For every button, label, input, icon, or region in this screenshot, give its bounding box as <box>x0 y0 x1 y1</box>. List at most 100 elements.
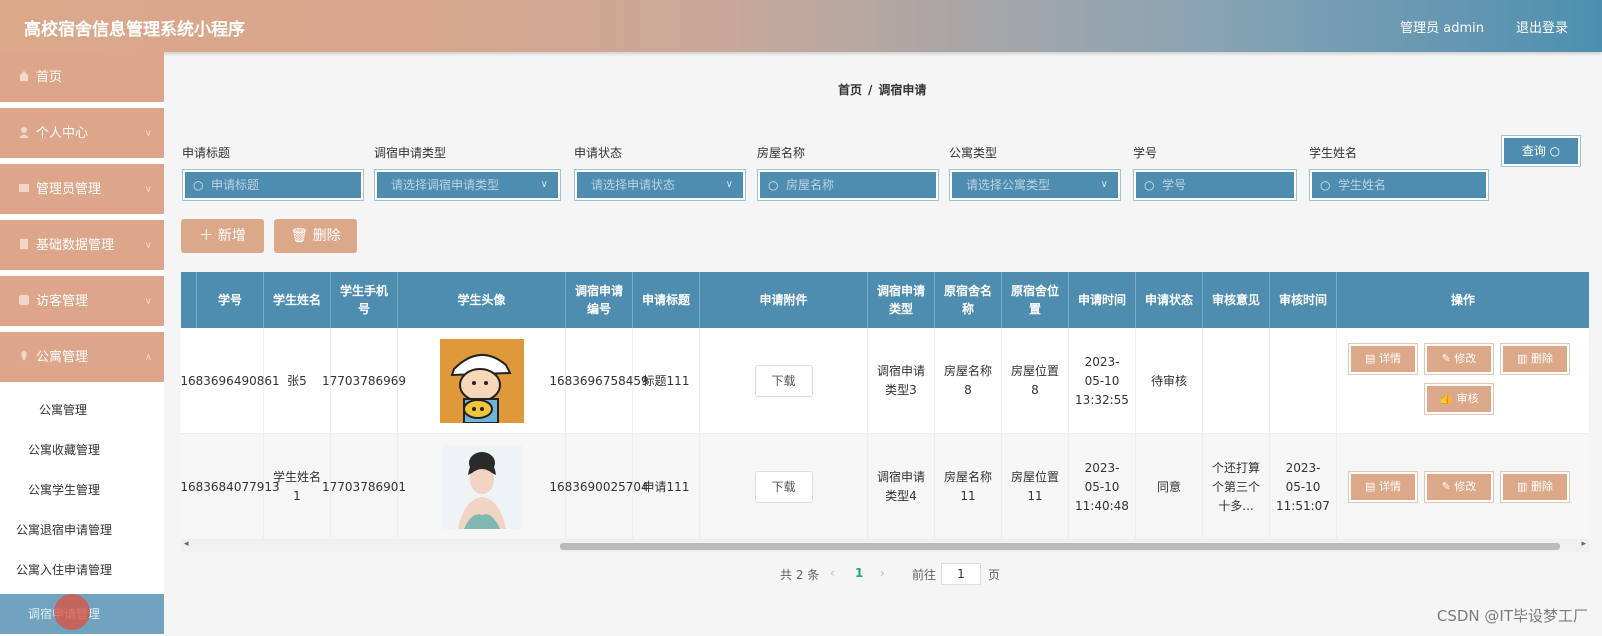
cell-apply-no: 1683690025704 <box>549 434 649 540</box>
admin-icon <box>19 184 29 192</box>
user-icon <box>19 127 29 138</box>
add-button[interactable]: ＋ 新增 <box>181 219 264 253</box>
breadcrumb-separator: / <box>868 83 873 97</box>
goto-page-input[interactable]: 1 <box>941 563 981 585</box>
cell-student-id: 1683696490861 <box>181 328 280 434</box>
breadcrumb: 首页 / 调宿申请 <box>838 81 926 98</box>
chevron-down-icon: ∨ <box>540 179 548 190</box>
detail-button[interactable]: ▤ 详情 <box>1348 343 1418 375</box>
th-avatar: 学生头像 <box>398 272 566 328</box>
th-time: 申请时间 <box>1069 272 1136 328</box>
edit-button[interactable]: ✎ 修改 <box>1424 343 1494 375</box>
sub-item-checkout[interactable]: 公寓退宿申请管理 <box>0 510 164 550</box>
sidebar-item-basic-data[interactable]: 基础数据管理 ∨ <box>0 220 164 272</box>
breadcrumb-home[interactable]: 首页 <box>838 83 862 97</box>
review-button[interactable]: 👍 审核 <box>1424 383 1494 415</box>
th-position: 原宿舍位置 <box>1002 272 1069 328</box>
search-icon: ○ <box>1549 144 1561 158</box>
cell-operations: ▤ 详情 ✎ 修改 ▥ 删除 <box>1337 434 1589 540</box>
transfer-type-select[interactable]: 请选择调宿申请类型 ∨ <box>374 169 561 201</box>
sidebar-item-label: 公寓管理 <box>36 350 89 365</box>
delete-button[interactable]: ▥ 删除 <box>1500 471 1570 503</box>
chevron-down-icon: ∨ <box>144 296 152 307</box>
sidebar-item-apartment[interactable]: 公寓管理 ∧ <box>0 332 164 384</box>
filter-label-status: 申请状态 <box>574 146 623 160</box>
cell-apply-no: 1683696758459 <box>549 328 649 434</box>
cell-room: 房屋名称8 <box>935 328 1002 434</box>
sub-item-favorites[interactable]: 公寓收藏管理 <box>0 430 164 470</box>
plus-icon: ＋ <box>199 228 214 244</box>
scroll-left-icon[interactable]: ◂ <box>184 539 189 549</box>
th-title: 申请标题 <box>633 272 700 328</box>
table-header: 学号 学生姓名 学生手机号 学生头像 调宿申请编号 申请标题 申请附件 调宿申请… <box>181 272 1589 328</box>
student-id-input[interactable]: ○ 学号 <box>1133 169 1297 201</box>
edit-button[interactable]: ✎ 修改 <box>1424 471 1494 503</box>
sidebar-item-personal[interactable]: 个人中心 ∨ <box>0 108 164 160</box>
download-button[interactable]: 下载 <box>754 365 813 397</box>
search-icon: ○ <box>1144 178 1155 192</box>
sidebar-item-admin[interactable]: 管理员管理 ∨ <box>0 164 164 216</box>
cursor-indicator <box>54 594 90 630</box>
th-student-id: 学号 <box>197 272 264 328</box>
page-number[interactable]: 1 <box>855 566 863 580</box>
student-avatar[interactable] <box>441 445 522 529</box>
trash-icon: 🗑 <box>290 228 309 244</box>
cell-operations: ▤ 详情 ✎ 修改 ▥ 删除 👍 审核 <box>1337 328 1589 434</box>
search-icon: ○ <box>768 178 779 192</box>
sidebar-item-home[interactable]: 首页 <box>0 52 164 104</box>
trash-icon: ▥ <box>1517 480 1528 493</box>
filter-label-type: 调宿申请类型 <box>374 146 447 160</box>
cell-review-time <box>1270 328 1337 434</box>
th-room: 原宿舍名称 <box>935 272 1002 328</box>
horizontal-scrollbar[interactable]: ◂ ▸ <box>181 539 1589 552</box>
sidebar-item-visitor[interactable]: 访客管理 ∨ <box>0 276 164 328</box>
student-avatar[interactable] <box>439 339 524 423</box>
sub-item-apartment[interactable]: 公寓管理 <box>0 390 164 430</box>
filter-label-student-name: 学生姓名 <box>1309 146 1358 160</box>
cell-review-time: 2023-05-10 11:51:07 <box>1270 434 1337 540</box>
th-opinion: 审核意见 <box>1203 272 1270 328</box>
download-button[interactable]: 下载 <box>754 471 813 503</box>
filter-label-student-id: 学号 <box>1133 146 1158 160</box>
chevron-down-icon: ∨ <box>144 240 152 251</box>
th-review-time: 审核时间 <box>1270 272 1337 328</box>
cell-title: 标题111 <box>633 328 700 434</box>
student-name-input[interactable]: ○ 学生姓名 <box>1309 169 1489 201</box>
logout-link[interactable]: 退出登录 <box>1516 17 1568 36</box>
cell-status: 待审核 <box>1136 328 1203 434</box>
cell-title: 申请111 <box>633 434 700 540</box>
apt-type-select[interactable]: 请选择公寓类型 ∨ <box>949 169 1121 201</box>
query-button[interactable]: 查询 ○ <box>1501 135 1581 167</box>
sidebar-item-label: 管理员管理 <box>36 182 102 197</box>
goto-label: 前往 <box>912 568 937 582</box>
sidebar: 首页 个人中心 ∨ 管理员管理 ∨ 基础数据管理 ∨ 访客管理 ∨ 公寓管理 ∧… <box>0 52 164 636</box>
th-student-name: 学生姓名 <box>264 272 331 328</box>
admin-label: 管理员 admin <box>1400 21 1484 36</box>
scroll-thumb[interactable] <box>560 543 1560 550</box>
prev-page-icon[interactable]: ‹ <box>830 566 835 580</box>
chevron-down-icon: ∨ <box>144 128 152 139</box>
page-unit-label: 页 <box>988 568 1001 582</box>
cell-room: 房屋名称11 <box>935 434 1002 540</box>
sub-item-checkin[interactable]: 公寓入住申请管理 <box>0 550 164 590</box>
cell-student-name: 张5 <box>264 328 331 434</box>
document-icon: ▤ <box>1365 480 1376 493</box>
apartment-icon <box>21 351 27 361</box>
next-page-icon[interactable]: › <box>880 566 885 580</box>
batch-delete-button[interactable]: 🗑 删除 <box>274 219 357 253</box>
cell-time: 2023-05-10 11:40:48 <box>1069 434 1136 540</box>
th-apply-no: 调宿申请编号 <box>566 272 633 328</box>
pagination-total: 共 2 条 <box>780 568 820 582</box>
thumb-up-icon: 👍 <box>1439 392 1454 405</box>
cell-type: 调宿申请类型4 <box>868 434 935 540</box>
visitor-icon <box>19 295 29 305</box>
room-name-input[interactable]: ○ 房屋名称 <box>757 169 939 201</box>
title-search-input[interactable]: ○ 申请标题 <box>182 169 364 201</box>
delete-button[interactable]: ▥ 删除 <box>1500 343 1570 375</box>
status-select[interactable]: 请选择申请状态 ∨ <box>574 169 746 201</box>
th-operations: 操作 <box>1450 293 1475 307</box>
scroll-right-icon[interactable]: ▸ <box>1581 539 1586 549</box>
detail-button[interactable]: ▤ 详情 <box>1348 471 1418 503</box>
search-icon: ○ <box>193 178 204 192</box>
sub-item-students[interactable]: 公寓学生管理 <box>0 470 164 510</box>
